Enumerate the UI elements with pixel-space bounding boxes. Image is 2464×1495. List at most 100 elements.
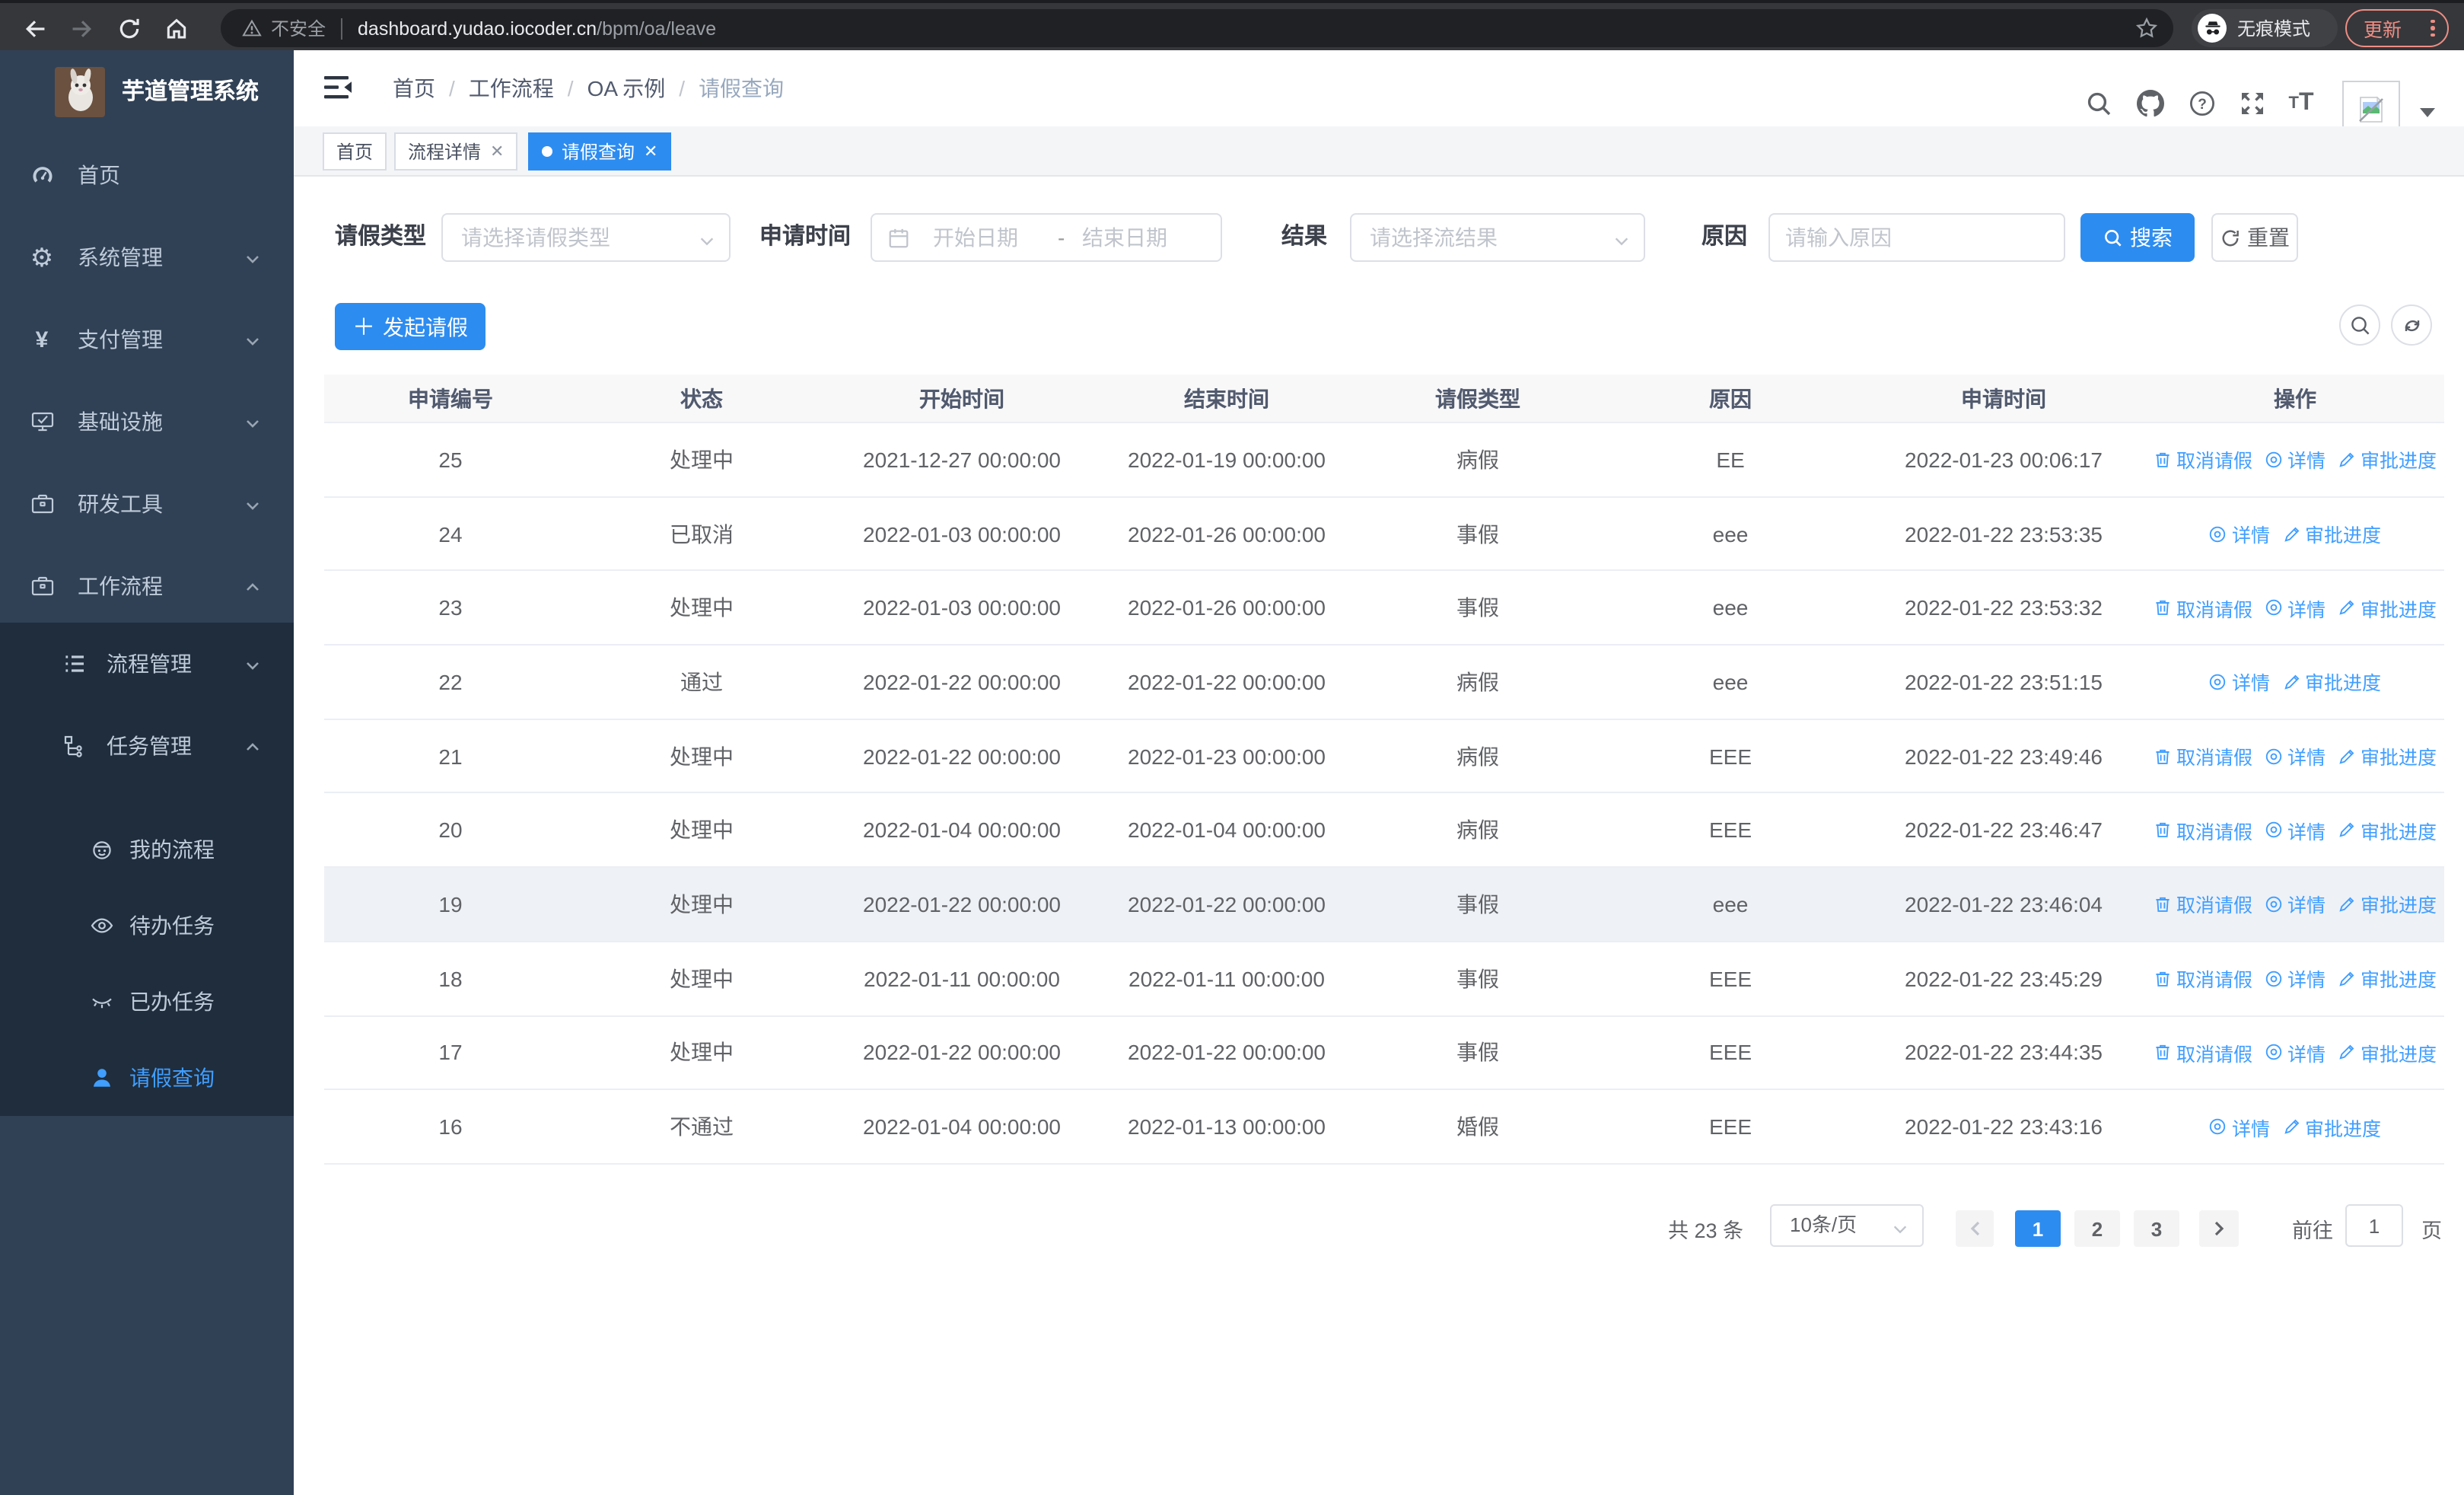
table-cell: 2022-01-22 00:00:00 bbox=[863, 1040, 1061, 1065]
page-button-3[interactable]: 3 bbox=[2134, 1210, 2179, 1247]
help-icon[interactable]: ? bbox=[2185, 87, 2219, 120]
browser-update-menu[interactable]: 更新 bbox=[2345, 9, 2449, 47]
breadcrumb-home[interactable]: 首页 bbox=[393, 73, 435, 104]
hamburger-icon[interactable] bbox=[324, 75, 353, 100]
page-button-1[interactable]: 1 bbox=[2015, 1210, 2061, 1247]
result-select[interactable]: 请选择流结果 bbox=[1350, 213, 1645, 262]
page-size-select[interactable]: 10条/页 bbox=[1770, 1204, 1924, 1247]
cancel-leave-link[interactable]: 取消请假 bbox=[2154, 741, 2252, 770]
app-logo-row: 芋道管理系统 bbox=[0, 50, 294, 134]
approval-progress-link[interactable]: 审批进度 bbox=[2338, 964, 2437, 993]
sidebar-item-workflow[interactable]: 工作流程 bbox=[0, 545, 294, 627]
reset-button[interactable]: 重置 bbox=[2211, 213, 2298, 262]
sidebar-item-todo-tasks[interactable]: 待办任务 bbox=[0, 888, 294, 964]
approval-progress-link[interactable]: 审批进度 bbox=[2282, 519, 2381, 548]
tag-home[interactable]: 首页 bbox=[323, 132, 387, 171]
cancel-leave-link[interactable]: 取消请假 bbox=[2154, 1038, 2252, 1067]
column-header: 操作 bbox=[2274, 386, 2316, 410]
detail-link[interactable]: 详情 bbox=[2265, 741, 2326, 770]
approval-progress-link[interactable]: 审批进度 bbox=[2338, 816, 2437, 845]
result-placeholder: 请选择流结果 bbox=[1370, 225, 1498, 250]
sidebar-item-infra[interactable]: 基础设施 bbox=[0, 381, 294, 463]
back-icon[interactable] bbox=[18, 12, 50, 44]
prev-page-button[interactable] bbox=[1956, 1210, 1994, 1247]
approval-progress-link[interactable]: 审批进度 bbox=[2338, 890, 2437, 919]
breadcrumb-oa[interactable]: OA 示例 bbox=[587, 73, 666, 104]
detail-link[interactable]: 详情 bbox=[2209, 668, 2270, 696]
url-bar[interactable]: 不安全 dashboard.yudao.iocoder.cn/bpm/oa/le… bbox=[221, 9, 2173, 47]
sidebar-item-system[interactable]: ⚙ 系统管理 bbox=[0, 216, 294, 298]
refresh-table-button[interactable] bbox=[2391, 304, 2432, 346]
reason-field[interactable] bbox=[1768, 213, 2065, 262]
eye-icon bbox=[88, 913, 114, 939]
reload-icon[interactable] bbox=[113, 12, 145, 44]
cancel-leave-link[interactable]: 取消请假 bbox=[2154, 445, 2252, 474]
approval-progress-link[interactable]: 审批进度 bbox=[2282, 668, 2381, 696]
update-label: 更新 bbox=[2364, 20, 2402, 41]
pagination-total: 共 23 条 bbox=[1668, 1219, 1744, 1242]
goto-page-field[interactable] bbox=[2345, 1204, 2403, 1247]
detail-link[interactable]: 详情 bbox=[2265, 816, 2326, 845]
detail-link[interactable]: 详情 bbox=[2265, 890, 2326, 919]
detail-link[interactable]: 详情 bbox=[2265, 964, 2326, 993]
font-size-icon[interactable]: TT bbox=[2284, 87, 2318, 120]
date-range-input[interactable]: 开始日期 - 结束日期 bbox=[871, 213, 1222, 262]
table-cell: 2022-01-04 00:00:00 bbox=[1128, 818, 1326, 843]
goto-page-input[interactable] bbox=[2347, 1206, 2402, 1245]
table-cell: 病假 bbox=[1456, 669, 1499, 694]
sidebar-item-devtools[interactable]: 研发工具 bbox=[0, 463, 294, 545]
detail-link[interactable]: 详情 bbox=[2265, 593, 2326, 622]
approval-progress-link[interactable]: 审批进度 bbox=[2338, 445, 2437, 474]
sidebar-item-done-tasks[interactable]: 已办任务 bbox=[0, 964, 294, 1040]
table-cell: 17 bbox=[438, 1040, 463, 1065]
sidebar-item-task-mgmt[interactable]: 任务管理 bbox=[0, 705, 294, 787]
approval-progress-link[interactable]: 审批进度 bbox=[2338, 1038, 2437, 1067]
search-icon[interactable] bbox=[2082, 87, 2115, 120]
sidebar-item-process-mgmt[interactable]: 流程管理 bbox=[0, 623, 294, 705]
detail-link[interactable]: 详情 bbox=[2209, 519, 2270, 548]
sidebar-item-label: 流程管理 bbox=[107, 652, 192, 676]
detail-link[interactable]: 详情 bbox=[2265, 445, 2326, 474]
table-cell: 事假 bbox=[1456, 1040, 1499, 1065]
cancel-leave-link[interactable]: 取消请假 bbox=[2154, 890, 2252, 919]
approval-progress-link[interactable]: 审批进度 bbox=[2338, 741, 2437, 770]
forward-icon[interactable] bbox=[65, 12, 97, 44]
leave-type-select[interactable]: 请选择请假类型 bbox=[441, 213, 731, 262]
create-leave-label: 发起请假 bbox=[383, 314, 468, 339]
detail-link[interactable]: 详情 bbox=[2209, 1112, 2270, 1141]
table-cell: 2022-01-19 00:00:00 bbox=[1128, 447, 1326, 472]
cancel-leave-link[interactable]: 取消请假 bbox=[2154, 593, 2252, 622]
sidebar-item-leave-query[interactable]: 请假查询 bbox=[0, 1040, 294, 1116]
list-icon bbox=[61, 651, 87, 677]
home-icon[interactable] bbox=[160, 12, 192, 44]
sidebar-item-my-process[interactable]: 我的流程 bbox=[0, 811, 294, 888]
github-icon[interactable] bbox=[2134, 87, 2167, 120]
close-icon[interactable]: ✕ bbox=[490, 142, 504, 161]
table-cell: 2022-01-04 00:00:00 bbox=[863, 1114, 1061, 1140]
cancel-leave-link[interactable]: 取消请假 bbox=[2154, 964, 2252, 993]
browser-toolbar: 不安全 dashboard.yudao.iocoder.cn/bpm/oa/le… bbox=[0, 0, 2464, 50]
table-cell: 2022-01-11 00:00:00 bbox=[864, 966, 1060, 991]
reason-input[interactable] bbox=[1770, 215, 2064, 260]
close-icon[interactable]: ✕ bbox=[644, 142, 657, 161]
avatar-caret-icon[interactable] bbox=[2420, 108, 2435, 117]
next-page-button[interactable] bbox=[2199, 1210, 2239, 1247]
bookmark-star-icon[interactable] bbox=[2135, 17, 2158, 40]
table-cell: 2022-01-22 00:00:00 bbox=[863, 891, 1061, 916]
create-leave-button[interactable]: ＋ 发起请假 bbox=[335, 303, 485, 350]
sidebar-item-payment[interactable]: ¥ 支付管理 bbox=[0, 298, 294, 381]
search-button[interactable]: 搜索 bbox=[2080, 213, 2195, 262]
cancel-leave-link[interactable]: 取消请假 bbox=[2154, 816, 2252, 845]
tag-leave-query[interactable]: 请假查询 ✕ bbox=[528, 132, 672, 171]
table-row: 20 处理中 2022-01-04 00:00:00 2022-01-04 00:00… bbox=[324, 793, 2444, 869]
toggle-search-button[interactable] bbox=[2339, 304, 2380, 346]
detail-link[interactable]: 详情 bbox=[2265, 1038, 2326, 1067]
fullscreen-icon[interactable] bbox=[2236, 87, 2269, 120]
tag-process-detail[interactable]: 流程详情 ✕ bbox=[394, 132, 518, 171]
sidebar-item-home[interactable]: 首页 bbox=[0, 134, 294, 216]
approval-progress-link[interactable]: 审批进度 bbox=[2282, 1112, 2381, 1141]
approval-progress-link[interactable]: 审批进度 bbox=[2338, 593, 2437, 622]
breadcrumb-workflow[interactable]: 工作流程 bbox=[469, 73, 554, 104]
table-cell: eee bbox=[1712, 595, 1749, 620]
page-button-2[interactable]: 2 bbox=[2074, 1210, 2120, 1247]
